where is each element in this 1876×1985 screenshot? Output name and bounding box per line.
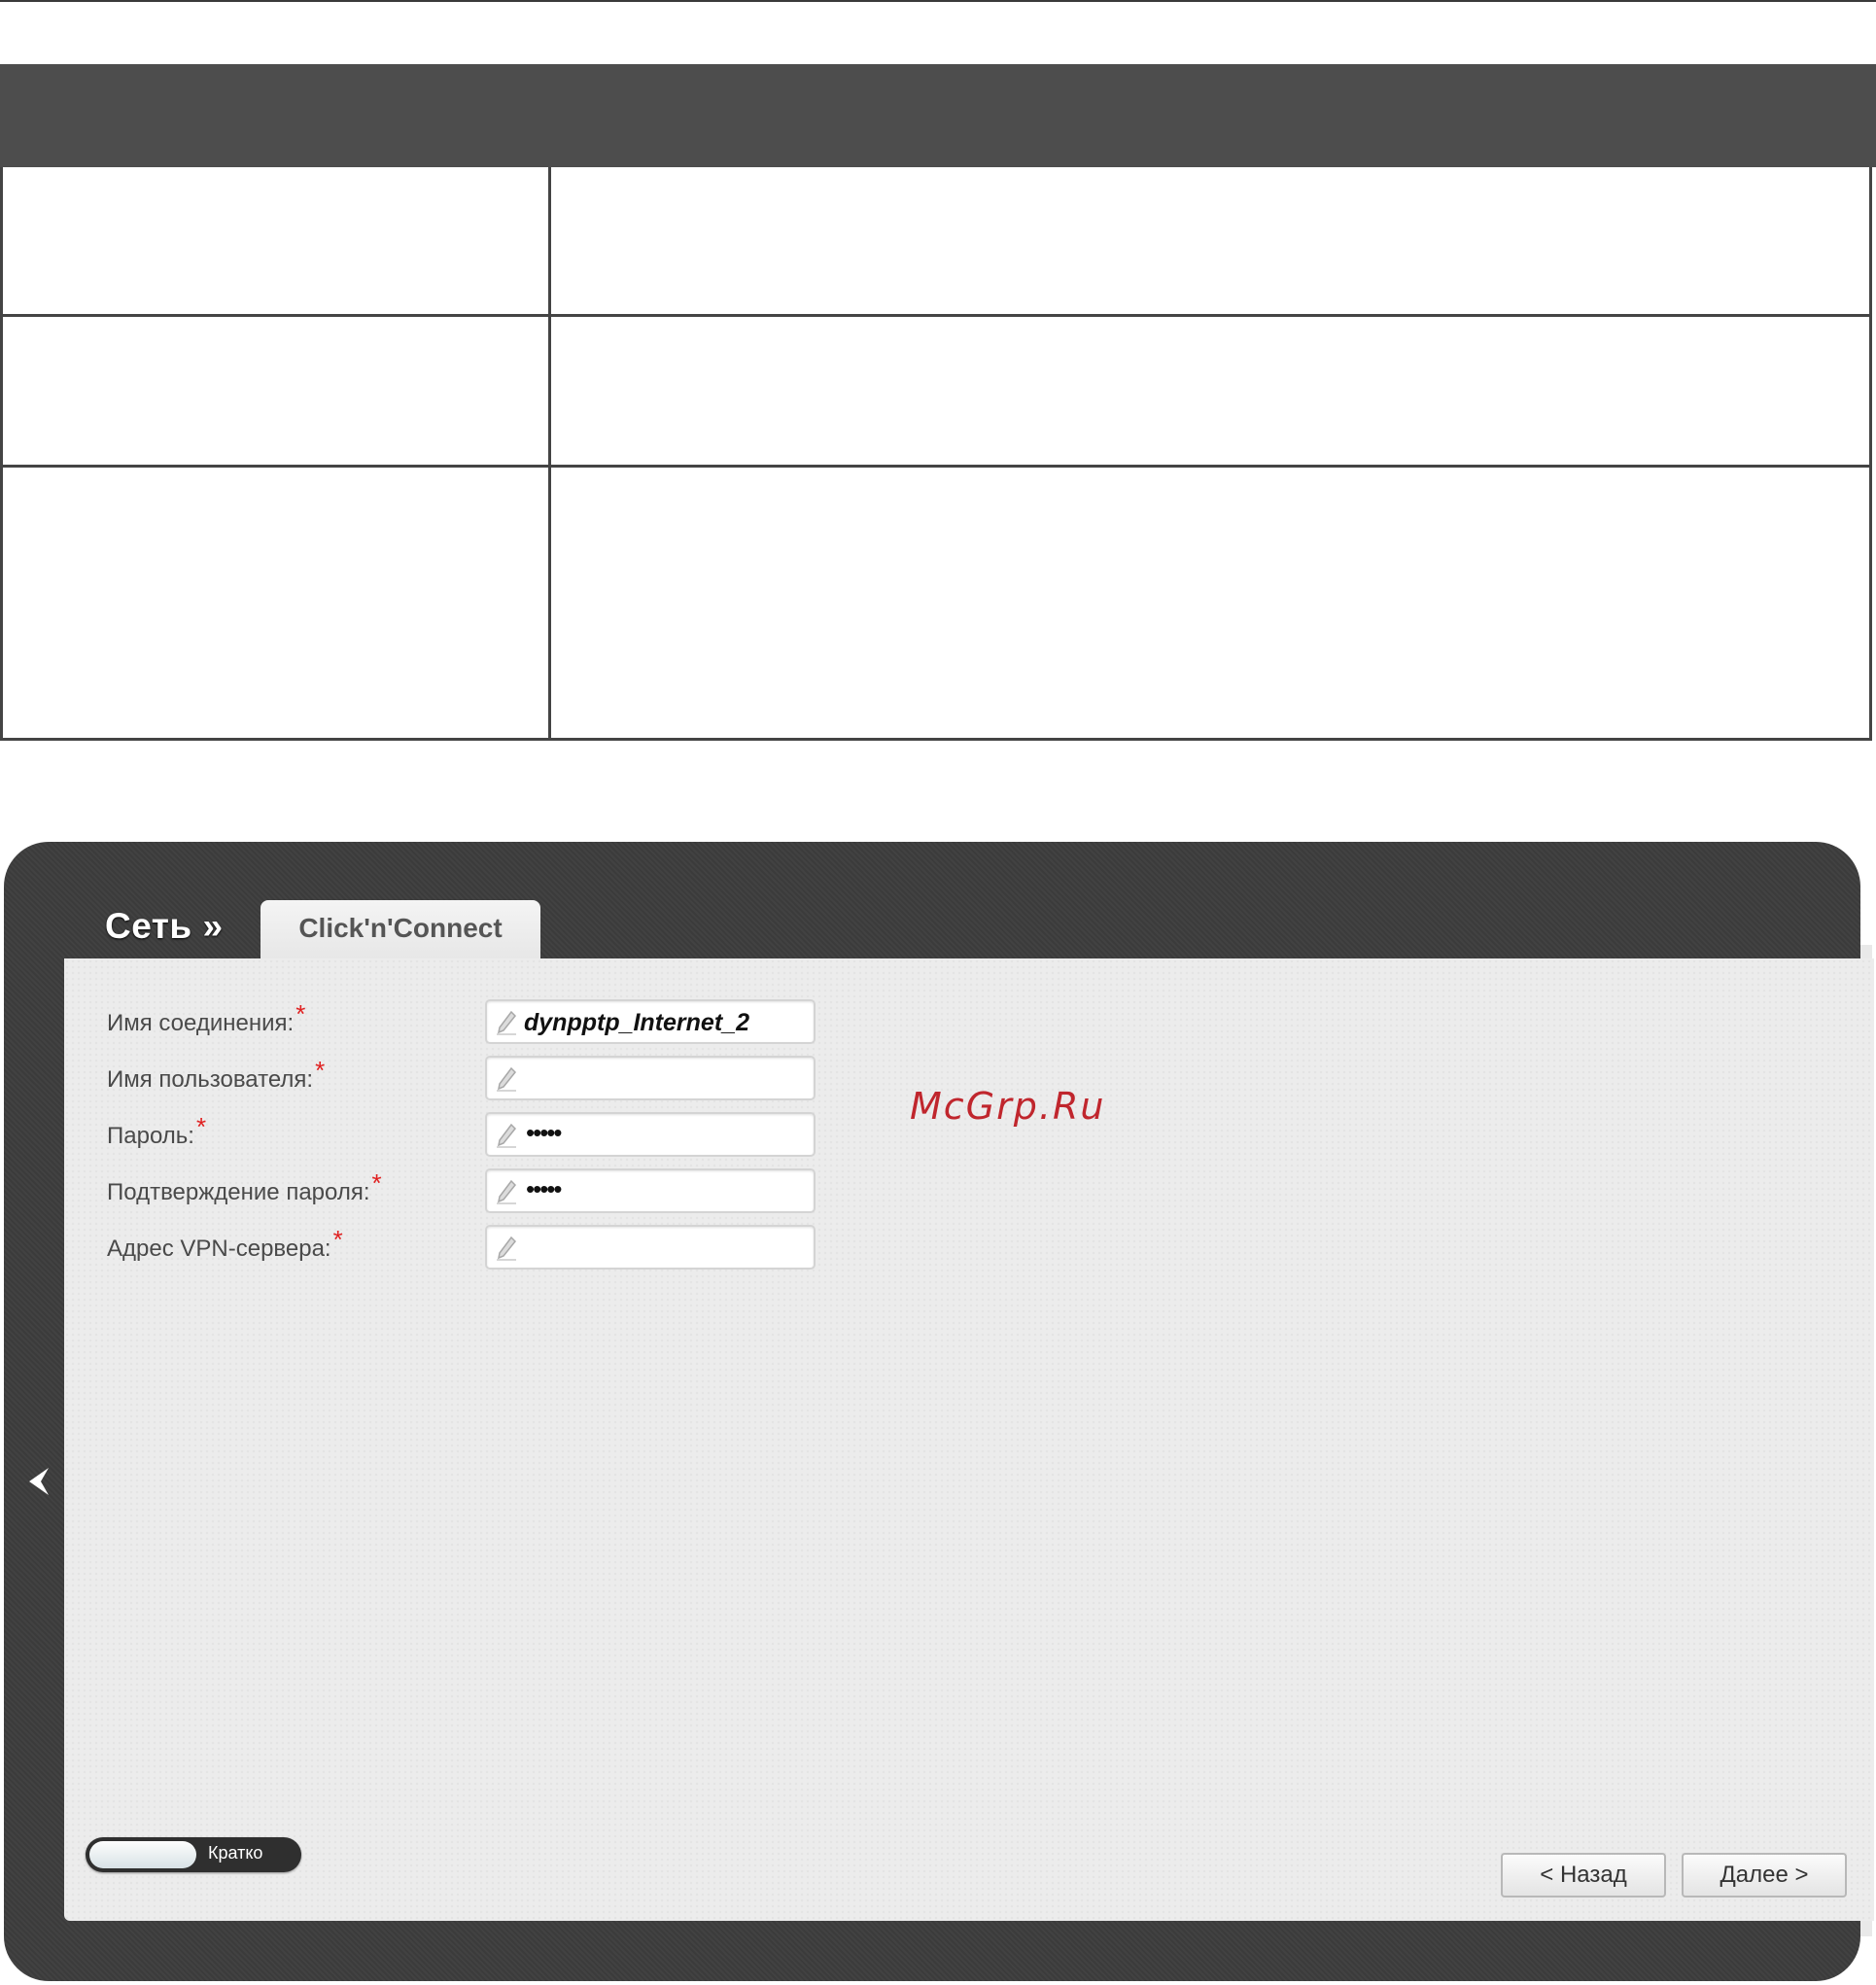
toggle-label: Кратко	[208, 1843, 263, 1863]
form-row-vpn-server: Адрес VPN-сервера:*	[107, 1225, 826, 1273]
watermark: McGrp.Ru	[910, 1085, 1106, 1128]
pencil-icon	[497, 1236, 517, 1261]
password-confirm-input[interactable]: •••••	[485, 1168, 816, 1213]
doc-table-cell	[3, 167, 548, 314]
doc-table-row	[0, 167, 1872, 317]
required-marker: *	[295, 999, 306, 1028]
field-label: Подтверждение пароля:*	[107, 1168, 382, 1205]
breadcrumb-section[interactable]: Сеть »	[105, 906, 224, 947]
doc-table-row	[0, 317, 1872, 468]
router-screenshot: Сеть » Click'n'Connect McGrp.Ru Имя соед…	[0, 838, 1874, 1985]
pencil-icon	[497, 1010, 517, 1035]
password-dots: •••••	[526, 1118, 562, 1147]
vpn-server-input[interactable]	[485, 1225, 816, 1270]
input-value: dynpptp_Internet_2	[524, 1009, 749, 1036]
doc-table-cell	[551, 167, 1869, 314]
password-input[interactable]: •••••	[485, 1112, 816, 1157]
required-marker: *	[371, 1168, 382, 1198]
doc-table-cell	[3, 468, 548, 738]
chevron-left-icon[interactable]	[23, 1464, 54, 1499]
field-label: Адрес VPN-сервера:*	[107, 1225, 343, 1262]
view-mode-toggle[interactable]: Кратко	[86, 1837, 301, 1872]
connection-name-input[interactable]: dynpptp_Internet_2	[485, 999, 816, 1044]
doc-table	[0, 64, 1876, 167]
doc-table-cell	[3, 317, 548, 465]
doc-table-row	[0, 468, 1872, 741]
field-label: Имя соединения:*	[107, 999, 306, 1036]
field-label: Имя пользователя:*	[107, 1056, 326, 1093]
form-row-password-confirm: Подтверждение пароля:* •••••	[107, 1168, 826, 1217]
next-button[interactable]: Далее >	[1682, 1853, 1847, 1898]
pencil-icon	[497, 1123, 517, 1148]
doc-table-cell	[551, 468, 1869, 738]
doc-table-header	[0, 64, 1876, 167]
password-dots: •••••	[526, 1174, 562, 1203]
pencil-icon	[497, 1179, 517, 1204]
form-row-connection-name: Имя соединения:* dynpptp_Internet_2	[107, 999, 826, 1048]
required-marker: *	[315, 1056, 326, 1085]
back-button[interactable]: < Назад	[1501, 1853, 1666, 1898]
field-label: Пароль:*	[107, 1112, 207, 1149]
content-panel: McGrp.Ru Имя соединения:* dynpptp_Intern…	[64, 958, 1874, 1921]
required-marker: *	[332, 1225, 343, 1254]
top-rule	[0, 0, 1876, 2]
required-marker: *	[195, 1112, 207, 1141]
router-frame: Сеть » Click'n'Connect McGrp.Ru Имя соед…	[4, 842, 1874, 1981]
tab-click-n-connect[interactable]: Click'n'Connect	[261, 900, 540, 962]
form-row-password: Пароль:* •••••	[107, 1112, 826, 1161]
pencil-icon	[497, 1066, 517, 1092]
form-row-username: Имя пользователя:*	[107, 1056, 826, 1104]
toggle-knob[interactable]	[89, 1841, 196, 1868]
doc-table-cell	[551, 317, 1869, 465]
username-input[interactable]	[485, 1056, 816, 1100]
